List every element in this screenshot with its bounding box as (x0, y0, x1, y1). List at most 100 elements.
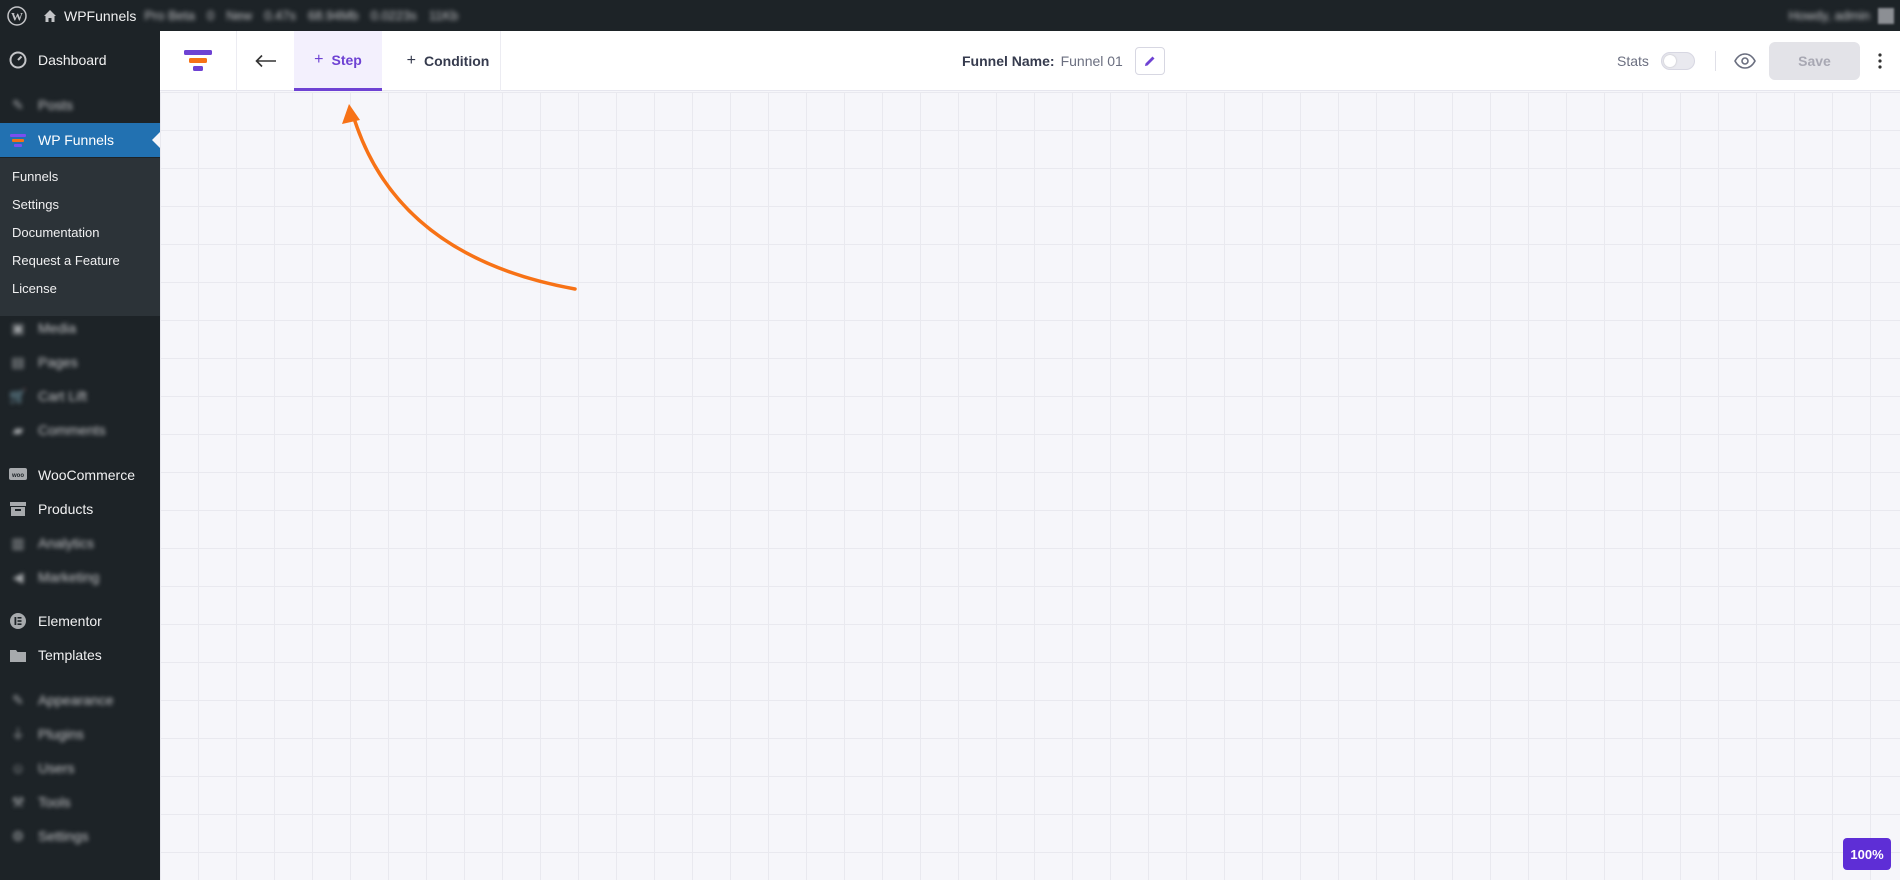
sidebar-item-label: Elementor (38, 613, 102, 629)
sidebar-item-plugins[interactable]: ⏚ Plugins (0, 717, 160, 751)
comments-count[interactable]: 0 (207, 8, 214, 23)
sidebar-item-label: Users (38, 760, 75, 776)
users-icon: ☺ (10, 760, 26, 776)
tab-condition-label: Condition (424, 53, 490, 69)
funnel-name: Funnel Name: Funnel 01 (962, 31, 1165, 91)
chart-icon: ▥ (11, 534, 25, 551)
sidebar-item-elementor[interactable]: Elementor (0, 604, 160, 638)
preview-button[interactable] (1730, 31, 1760, 91)
site-name-link[interactable]: WPFunnels (34, 0, 144, 31)
sidebar-item-users[interactable]: ☺ Users (0, 751, 160, 785)
pages-icon: ▤ (11, 353, 25, 370)
sidebar-item-label: Media (38, 320, 77, 336)
wpfunnels-logo (160, 31, 237, 91)
save-button[interactable]: Save (1769, 42, 1860, 80)
wrench-icon: ⚒ (11, 793, 25, 810)
more-options-button[interactable] (1870, 31, 1890, 91)
submenu-item-documentation[interactable]: Documentation (12, 225, 99, 240)
folder-icon (8, 645, 28, 665)
sidebar-item-templates[interactable]: Templates (0, 638, 160, 672)
tab-step[interactable]: + Step (294, 31, 382, 91)
new-content-link[interactable]: New (226, 8, 252, 23)
stats-toggle[interactable] (1660, 52, 1695, 70)
zoom-level-badge[interactable]: 100% (1843, 838, 1891, 870)
wpfunnels-icon (8, 130, 28, 150)
elementor-icon (8, 611, 28, 631)
settings-icon: ⚙ (11, 827, 25, 844)
wp-funnels-submenu: Funnels Settings Documentation Request a… (0, 158, 160, 316)
megaphone-icon: ◀ (12, 568, 24, 585)
archive-box-icon (8, 499, 28, 519)
sidebar-item-pages[interactable]: ▤ Pages (0, 345, 160, 379)
plug-icon: ⏚ (11, 726, 25, 742)
avatar[interactable] (1878, 7, 1894, 24)
sidebar-item-comments[interactable]: ▰ Comments (0, 413, 160, 447)
sidebar-item-media[interactable]: ▣ Media (0, 311, 160, 345)
queries-count: 11Kb (428, 8, 459, 23)
edit-funnel-name-button[interactable] (1134, 47, 1165, 75)
sidebar-item-woocommerce[interactable]: woo WooCommerce (0, 458, 160, 492)
sidebar-item-label: Analytics (38, 535, 95, 551)
sidebar-item-label: Marketing (38, 569, 100, 585)
sidebar-item-label: Templates (38, 647, 102, 663)
site-name: WPFunnels (64, 7, 137, 24)
dashboard-icon (8, 50, 28, 70)
submenu-item-settings[interactable]: Settings (12, 197, 59, 212)
svg-text:W: W (11, 9, 23, 23)
woocommerce-icon: woo (8, 465, 28, 485)
sidebar-item-label: Settings (38, 828, 89, 844)
howdy-greeting[interactable]: Howdy, admin (1789, 8, 1870, 23)
sidebar-item-settings[interactable]: ⚙ Settings (0, 819, 160, 853)
paintbrush-icon: ✎ (12, 691, 24, 708)
submenu-item-license[interactable]: License (12, 281, 57, 296)
kebab-menu-icon (1878, 53, 1882, 69)
sidebar-item-wp-funnels[interactable]: WP Funnels (0, 123, 160, 157)
pin-icon: ✎ (12, 96, 24, 113)
wordpress-logo-icon[interactable]: W (0, 0, 34, 31)
pencil-icon (1144, 56, 1155, 66)
admin-bar-pro-beta[interactable]: Pro Beta (144, 8, 195, 23)
sidebar-item-appearance[interactable]: ✎ Appearance (0, 683, 160, 717)
sidebar-item-label: Comments (38, 422, 106, 438)
sidebar-item-cart-lift[interactable]: 🛒 Cart Lift (0, 379, 160, 413)
sidebar-item-tools[interactable]: ⚒ Tools (0, 785, 160, 819)
sidebar-item-label: Appearance (38, 692, 114, 708)
db-time: 0.0223s (370, 8, 417, 23)
comment-icon: ▰ (12, 421, 24, 438)
sidebar-item-label: Dashboard (38, 52, 107, 68)
plus-icon: + (314, 50, 324, 68)
funnel-canvas[interactable] (160, 92, 1900, 880)
builder-header: + Step + Condition Funnel Name: Funnel 0… (160, 31, 1900, 91)
media-icon: ▣ (11, 319, 25, 336)
sidebar-item-label: Plugins (38, 726, 84, 742)
funnel-name-value: Funnel 01 (1060, 53, 1123, 69)
memory-usage: 68.94Mb (308, 8, 359, 23)
admin-bar: W WPFunnels Pro Beta 0 New 0.47s 68.94Mb… (0, 0, 1900, 31)
sidebar-item-marketing[interactable]: ◀ Marketing (0, 560, 160, 594)
sidebar-item-label: WooCommerce (38, 467, 135, 483)
sidebar-item-products[interactable]: Products (0, 492, 160, 526)
cart-icon: 🛒 (9, 387, 27, 404)
divider (500, 31, 501, 91)
svg-text:woo: woo (11, 473, 24, 479)
eye-icon (1734, 53, 1756, 69)
arrow-left-icon (255, 54, 276, 68)
sidebar-item-posts[interactable]: ✎ Posts (0, 88, 160, 122)
submenu-item-request-feature[interactable]: Request a Feature (12, 253, 120, 268)
stats-control: Stats (1617, 31, 1695, 91)
tab-condition[interactable]: + Condition (398, 31, 498, 91)
submenu-item-funnels[interactable]: Funnels (12, 169, 58, 184)
sidebar-item-label: WP Funnels (38, 132, 114, 148)
plus-icon: + (406, 52, 417, 69)
sidebar-item-dashboard[interactable]: Dashboard (0, 43, 160, 77)
sidebar-item-label: Tools (38, 794, 71, 810)
sidebar-item-label: Pages (38, 354, 78, 370)
home-icon (44, 9, 56, 22)
sidebar-item-analytics[interactable]: ▥ Analytics (0, 526, 160, 560)
stats-label: Stats (1617, 53, 1649, 69)
sidebar-item-label: Cart Lift (38, 388, 88, 404)
back-button[interactable] (237, 31, 295, 91)
sidebar-item-label: Products (38, 501, 94, 517)
sidebar-item-label: Posts (38, 97, 74, 113)
query-time[interactable]: 0.47s (264, 8, 296, 23)
